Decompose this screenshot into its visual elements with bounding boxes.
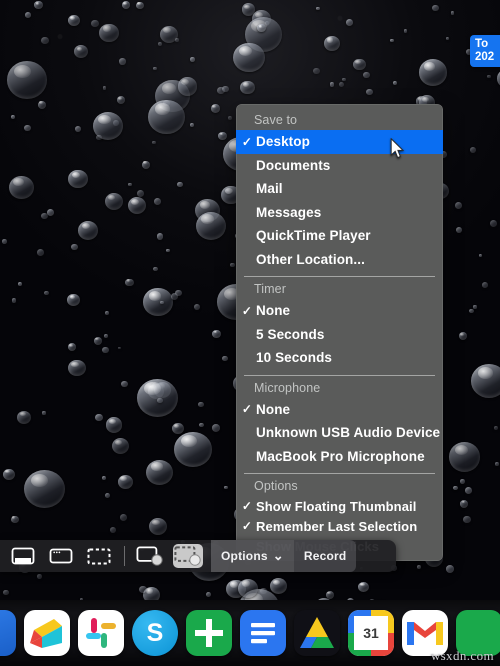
capture-tools-group [0, 544, 122, 568]
menu-item-label: Unknown USB Audio Device [256, 425, 441, 441]
menu-separator [244, 473, 435, 474]
dock-app-prism[interactable] [24, 610, 70, 656]
badge-line-1: To [475, 38, 489, 50]
menu-item-messages[interactable]: Messages [236, 201, 443, 225]
menu-item-label: Messages [256, 204, 322, 220]
dock-app-sheets[interactable] [186, 610, 232, 656]
menu-separator [244, 276, 435, 277]
record-button-label: Record [303, 549, 347, 563]
screenshot-toolbar[interactable]: Options ⌄ Record [0, 540, 396, 572]
dock-app-slack[interactable] [78, 610, 124, 656]
menu-item-label: None [256, 401, 291, 417]
checkmark-icon: ✓ [241, 134, 253, 149]
dock-app-partial-left[interactable] [0, 610, 16, 656]
record-selected-portion-button[interactable] [173, 544, 203, 568]
status-badge: To 202 [470, 35, 500, 67]
menu-item-10-seconds[interactable]: 10 Seconds [236, 346, 443, 370]
menu-item-other-location[interactable]: Other Location... [236, 248, 443, 272]
capture-selected-portion-button[interactable] [84, 544, 114, 568]
menu-item-desktop[interactable]: ✓ Desktop [236, 130, 443, 154]
dock-app-calendar[interactable]: 31 [348, 610, 394, 656]
menu-item-unknown-usb-audio-device[interactable]: Unknown USB Audio Device [236, 421, 443, 445]
menu-section-header: Microphone [254, 380, 321, 395]
mouse-cursor-arrow-icon [390, 138, 405, 159]
capture-selected-window-button[interactable] [46, 544, 76, 568]
menu-item-macbook-pro-microphone[interactable]: MacBook Pro Microphone [236, 445, 443, 469]
chevron-down-icon: ⌄ [272, 548, 284, 563]
menu-item-label: QuickTime Player [256, 228, 371, 244]
record-tools-group [127, 544, 211, 568]
menu-item-label: Mail [256, 181, 283, 197]
checkmark-icon: ✓ [241, 402, 253, 417]
menu-item-mail[interactable]: Mail [236, 177, 443, 201]
menu-item-quicktime-player[interactable]: QuickTime Player [236, 224, 443, 248]
menu-item-show-floating-thumbnail[interactable]: ✓ Show Floating Thumbnail [236, 496, 443, 516]
menu-item-label: None [256, 303, 291, 319]
menu-item-remember-last-selection[interactable]: ✓ Remember Last Selection [236, 516, 443, 536]
dock-app-drive[interactable] [294, 610, 340, 656]
menu-item-documents[interactable]: Documents [236, 154, 443, 178]
desktop-screen: To 202 Save to ✓ Desktop Documents Mail Messa… [0, 0, 500, 666]
badge-line-2: 202 [475, 51, 495, 63]
checkmark-icon: ✓ [241, 519, 253, 533]
checkmark-icon: ✓ [241, 499, 253, 513]
menu-item-5-seconds[interactable]: 5 Seconds [236, 323, 443, 347]
menu-item-none[interactable]: ✓ None [236, 398, 443, 422]
toolbar-divider [124, 546, 125, 566]
record-button[interactable]: Record [293, 540, 357, 572]
record-entire-screen-button[interactable] [135, 544, 165, 568]
dock-app-skype[interactable]: S [132, 610, 178, 656]
menu-item-label: 5 Seconds [256, 326, 325, 342]
menu-separator [244, 374, 435, 376]
capture-entire-screen-button[interactable] [8, 544, 38, 568]
menu-item-label: Other Location... [256, 251, 365, 267]
menu-item-label: Show Floating Thumbnail [256, 498, 417, 514]
menu-section-header: Timer [254, 282, 286, 296]
options-button[interactable]: Options ⌄ [211, 540, 294, 572]
menu-item-label: MacBook Pro Microphone [256, 448, 425, 464]
menu-item-label: Remember Last Selection [256, 518, 418, 534]
menu-section-header: Save to [254, 113, 298, 127]
dock[interactable]: S 31 [0, 600, 500, 666]
menu-item-label: Documents [256, 157, 331, 173]
dock-app-docs[interactable] [240, 610, 286, 656]
screenshot-options-menu[interactable]: Save to ✓ Desktop Documents Mail Messages Quic… [236, 104, 443, 561]
menu-item-none[interactable]: ✓ None [236, 299, 443, 323]
checkmark-icon: ✓ [241, 303, 253, 318]
menu-section-header: Options [254, 479, 298, 493]
options-button-label: Options [221, 549, 268, 563]
menu-item-label: Desktop [256, 134, 310, 150]
menu-item-label: 10 Seconds [256, 350, 333, 366]
watermark: wsxdn.com [430, 648, 494, 663]
